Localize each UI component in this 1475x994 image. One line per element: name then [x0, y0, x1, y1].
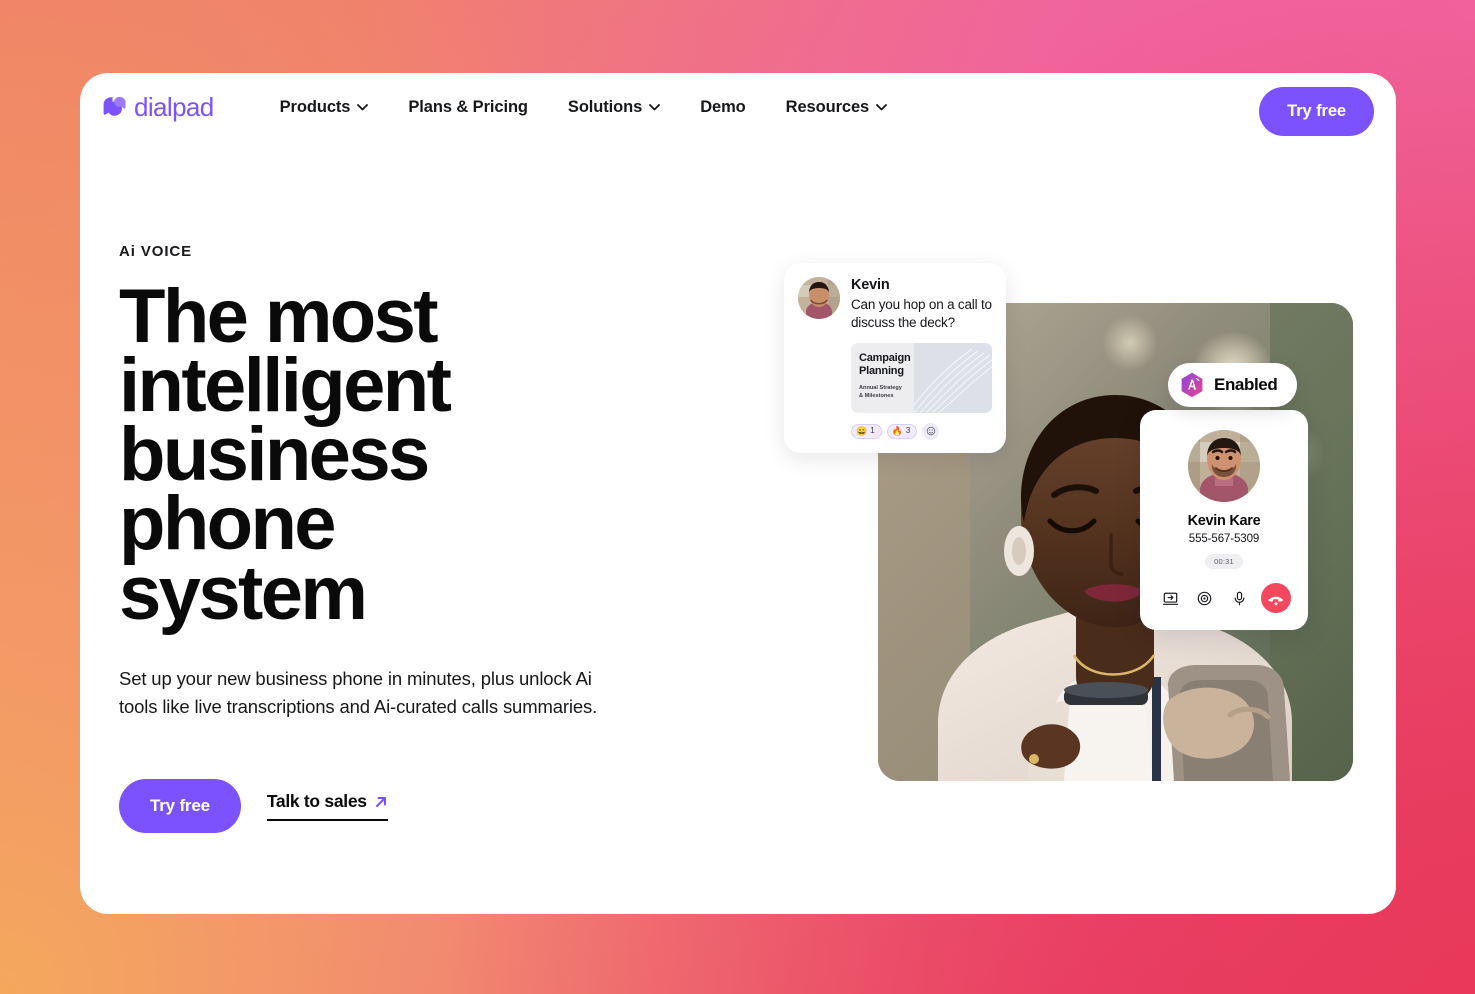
call-actions — [1154, 583, 1294, 613]
nav-item-label: Solutions — [567, 97, 643, 116]
nav-item-plans-pricing[interactable]: Plans & Pricing — [388, 88, 548, 127]
nav-item-solutions[interactable]: Solutions — [548, 88, 680, 127]
attachment-text: Campaign Planning Annual Strategy & Mile… — [851, 343, 914, 413]
smile-reaction-count: 1 — [870, 426, 875, 436]
ai-enabled-badge: Enabled — [1168, 363, 1298, 407]
wave-pattern-thumbnail — [914, 342, 992, 413]
nav-item-label: Products — [279, 97, 351, 116]
nav-item-products[interactable]: Products — [260, 88, 389, 127]
fire-reaction-count: 3 — [905, 426, 911, 436]
nav-item-demo[interactable]: Demo — [680, 88, 765, 127]
hero-content: Ai VOICE The most intelligent business p… — [119, 243, 679, 833]
record-icon[interactable] — [1192, 585, 1218, 611]
chat-message-card: Kevin Can you hop on a call to discuss t… — [784, 263, 1006, 453]
chevron-down-icon — [649, 103, 661, 111]
smile-emoji: 😄 — [856, 425, 868, 436]
chat-message-text: Can you hop on a call to discuss the dec… — [851, 297, 992, 330]
dialpad-logo[interactable]: dialpad — [102, 94, 214, 120]
chevron-down-icon — [876, 103, 888, 111]
hero-cta-row: Try free Talk to sales — [119, 779, 679, 833]
fire-emoji: 🔥 — [891, 425, 903, 436]
arrow-up-right-icon — [374, 795, 388, 809]
page-title: The most intelligent business phone syst… — [119, 274, 452, 636]
dialpad-wordmark: dialpad — [134, 92, 214, 122]
add-reaction-icon[interactable] — [922, 422, 940, 440]
microphone-icon[interactable] — [1226, 585, 1252, 611]
talk-to-sales-label: Talk to sales — [266, 791, 367, 811]
hero-eyebrow: Ai VOICE — [119, 243, 193, 260]
chat-attachment-card[interactable]: Campaign Planning Annual Strategy & Mile… — [851, 342, 992, 413]
attachment-subtitle: Annual Strategy & Milestones — [859, 385, 902, 400]
avatar — [1188, 430, 1260, 502]
fire-reaction[interactable]: 🔥 3 — [886, 423, 918, 439]
avatar — [798, 277, 840, 319]
smile-reaction[interactable]: 😄 1 — [851, 423, 882, 439]
hero-try-free-button[interactable]: Try free — [119, 779, 241, 833]
chat-header: Kevin Can you hop on a call to discuss t… — [798, 277, 992, 332]
chat-sender-name: Kevin — [851, 277, 890, 293]
gradient-backdrop: dialpad Products Plans & Pricing Solutio… — [0, 0, 1475, 994]
screen-share-icon[interactable] — [1157, 585, 1183, 611]
end-call-icon[interactable] — [1260, 583, 1291, 613]
reaction-bar: 😄 1 🔥 3 — [851, 422, 992, 440]
nav-try-free-button[interactable]: Try free — [1259, 87, 1374, 136]
call-timer: 00:31 — [1205, 554, 1243, 569]
caller-number: 555-567-5309 — [1188, 533, 1260, 545]
nav-links: Products Plans & Pricing Solutions Demo … — [260, 88, 907, 127]
talk-to-sales-link[interactable]: Talk to sales — [266, 791, 388, 821]
nav-item-resources[interactable]: Resources — [766, 88, 907, 127]
active-call-card: Kevin Kare 555-567-5309 00:31 — [1140, 410, 1308, 630]
ai-hexagon-icon — [1180, 372, 1204, 398]
nav-item-label: Resources — [785, 97, 870, 116]
nav-item-label: Plans & Pricing — [408, 97, 528, 116]
nav-item-label: Demo — [700, 97, 746, 116]
attachment-title: Campaign Planning — [859, 351, 911, 378]
page-card: dialpad Products Plans & Pricing Solutio… — [80, 73, 1396, 914]
ai-enabled-label: Enabled — [1214, 375, 1278, 394]
caller-name: Kevin Kare — [1187, 513, 1261, 529]
chevron-down-icon — [357, 103, 369, 111]
hero-subcopy: Set up your new business phone in minute… — [119, 667, 598, 717]
chat-text-block: Kevin Can you hop on a call to discuss t… — [851, 277, 992, 332]
hero-visual: Kevin Can you hop on a call to discuss t… — [700, 188, 1380, 788]
main-navigation: dialpad Products Plans & Pricing Solutio… — [80, 73, 1396, 141]
dialpad-speech-bubbles-icon — [102, 96, 127, 118]
